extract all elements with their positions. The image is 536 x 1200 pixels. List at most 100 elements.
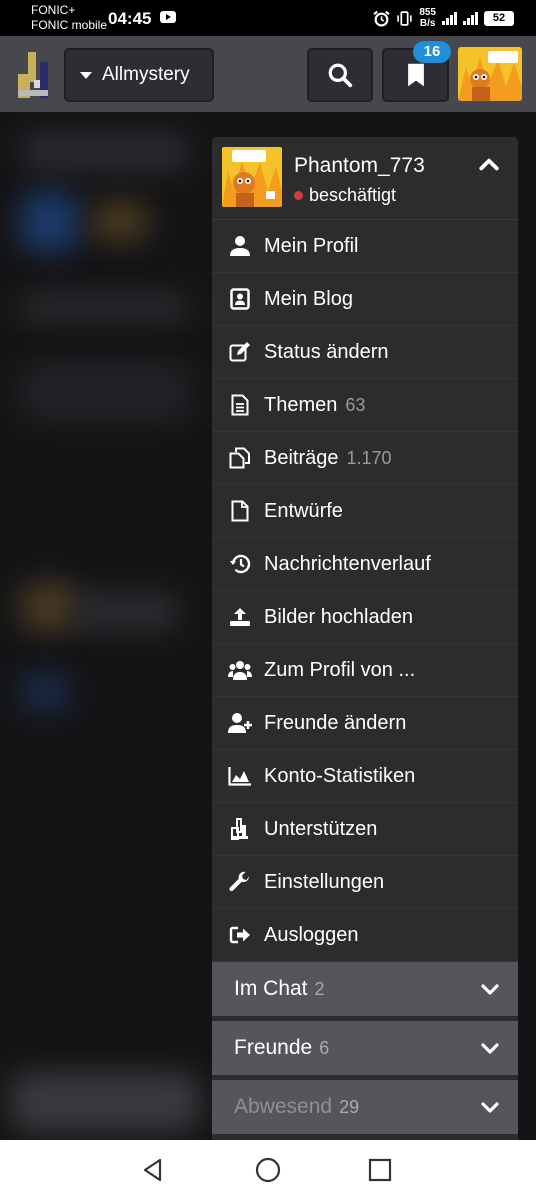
user-dropdown-menu: Phantom_773 beschäftigt Mein Profil Mein… xyxy=(212,137,518,1140)
menu-item-label: Nachrichtenverlauf xyxy=(264,552,431,575)
menu-item-label: Status ändern xyxy=(264,340,389,363)
menu-item-label: Entwürfe xyxy=(264,499,343,522)
menu-item-label: Zum Profil von ... xyxy=(264,658,416,681)
network-speed-value: 855 xyxy=(419,7,436,18)
blurred-content xyxy=(90,202,150,242)
vibrate-icon xyxy=(397,10,412,26)
menu-item-freunde-aendern[interactable]: Freunde ändern xyxy=(212,697,518,750)
site-name: Allmystery xyxy=(102,64,190,85)
history-icon xyxy=(212,554,264,574)
wrench-icon xyxy=(212,871,264,893)
menu-item-beitraege[interactable]: Beiträge 1.170 xyxy=(212,432,518,485)
blurred-content xyxy=(20,292,190,322)
network-speed-unit: B/s xyxy=(419,18,436,29)
blurred-content xyxy=(10,1072,200,1132)
home-circle-icon[interactable] xyxy=(252,1154,284,1186)
clock: 04:45 xyxy=(108,9,152,28)
carrier-name: FONIC+ xyxy=(31,3,76,17)
blurred-content xyxy=(20,672,70,712)
bookmark-icon xyxy=(407,63,424,87)
avatar-image-icon xyxy=(222,147,282,207)
search-icon xyxy=(328,63,353,88)
menu-item-mein-blog[interactable]: Mein Blog xyxy=(212,273,518,326)
menu-user-header[interactable]: Phantom_773 beschäftigt xyxy=(212,137,518,220)
section-freunde[interactable]: Freunde 6 xyxy=(212,1021,518,1075)
menu-item-status-aendern[interactable]: Status ändern xyxy=(212,326,518,379)
section-count: 2 xyxy=(314,978,325,999)
user-avatar-button[interactable] xyxy=(458,47,522,101)
status-text: beschäftigt xyxy=(309,185,397,205)
recent-apps-square-icon[interactable] xyxy=(364,1154,396,1186)
menu-item-label: Einstellungen xyxy=(264,870,385,893)
menu-item-themen[interactable]: Themen 63 xyxy=(212,379,518,432)
blurred-content xyxy=(20,192,80,252)
section-label: Im Chat xyxy=(234,977,308,1000)
menu-item-label: Freunde ändern xyxy=(264,711,407,734)
section-label: Abwesend xyxy=(234,1095,333,1118)
status-bar: FONIC+ FONIC mobile 04:45 855 B/s 52 xyxy=(0,0,536,36)
site-selector-button[interactable]: Allmystery xyxy=(64,48,214,102)
chevron-down-icon xyxy=(481,984,499,995)
menu-item-count: 1.170 xyxy=(346,447,392,468)
menu-item-entwuerfe[interactable]: Entwürfe xyxy=(212,485,518,538)
caret-down-icon xyxy=(80,71,92,79)
system-navigation-bar xyxy=(0,1140,536,1200)
app-header: Allmystery xyxy=(0,36,536,112)
status-icons: 855 B/s 52 xyxy=(373,6,514,30)
copy-icon xyxy=(212,447,264,469)
blurred-content xyxy=(70,592,180,632)
file-icon xyxy=(212,500,264,522)
menu-item-unterstuetzen[interactable]: Unterstützen xyxy=(212,803,518,856)
menu-item-label: Unterstützen xyxy=(264,817,378,840)
section-label: Freunde xyxy=(234,1036,313,1059)
blog-icon xyxy=(212,288,264,310)
network-speed: 855 B/s xyxy=(419,7,436,29)
avatar-image-icon xyxy=(458,47,522,101)
menu-item-konto-statistiken[interactable]: Konto-Statistiken xyxy=(212,750,518,803)
menu-item-ausloggen[interactable]: Ausloggen xyxy=(212,909,518,962)
busy-status-dot-icon xyxy=(294,191,303,200)
section-count: 29 xyxy=(339,1096,360,1117)
chevron-down-icon xyxy=(481,1043,499,1054)
upload-icon xyxy=(212,607,264,627)
menu-item-zum-profil-von[interactable]: Zum Profil von ... xyxy=(212,644,518,697)
back-triangle-icon[interactable] xyxy=(137,1154,169,1186)
carrier-network: FONIC mobile xyxy=(31,18,108,32)
document-lines-icon xyxy=(212,394,264,416)
menu-username: Phantom_773 xyxy=(294,154,425,177)
bookmarks-badge: 16 xyxy=(413,41,451,63)
chevron-up-icon[interactable] xyxy=(478,153,500,175)
area-chart-icon xyxy=(212,766,264,786)
user-plus-icon xyxy=(212,713,264,733)
section-im-chat[interactable]: Im Chat 2 xyxy=(212,962,518,1016)
blurred-content xyxy=(20,362,190,422)
menu-avatar xyxy=(222,147,282,207)
chevron-down-icon xyxy=(481,1102,499,1113)
menu-status: beschäftigt xyxy=(294,185,396,206)
search-button[interactable] xyxy=(307,48,373,102)
support-logo-icon xyxy=(212,818,264,840)
user-icon xyxy=(212,236,264,256)
alarm-icon xyxy=(373,10,390,26)
lte-signal-icon xyxy=(442,11,457,25)
users-icon xyxy=(212,660,264,680)
menu-item-einstellungen[interactable]: Einstellungen xyxy=(212,856,518,909)
youtube-notification-icon xyxy=(160,11,176,23)
menu-item-label: Beiträge xyxy=(264,446,339,469)
section-count: 6 xyxy=(319,1037,330,1058)
menu-item-mein-profil[interactable]: Mein Profil xyxy=(212,220,518,273)
blurred-content xyxy=(20,132,190,172)
menu-item-nachrichtenverlauf[interactable]: Nachrichtenverlauf xyxy=(212,538,518,591)
menu-item-label: Ausloggen xyxy=(264,923,359,946)
logout-icon xyxy=(212,925,264,945)
allmystery-logo-icon[interactable] xyxy=(16,50,50,98)
carrier-info: FONIC+ FONIC mobile xyxy=(31,3,107,33)
section-abwesend[interactable]: Abwesend 29 xyxy=(212,1080,518,1134)
menu-item-bilder-hochladen[interactable]: Bilder hochladen xyxy=(212,591,518,644)
menu-item-label: Themen xyxy=(264,393,338,416)
battery-indicator: 52 xyxy=(484,10,514,26)
edit-icon xyxy=(212,342,264,362)
menu-item-label: Bilder hochladen xyxy=(264,605,413,628)
signal-strength-icon xyxy=(463,11,478,25)
menu-item-label: Konto-Statistiken xyxy=(264,764,416,787)
